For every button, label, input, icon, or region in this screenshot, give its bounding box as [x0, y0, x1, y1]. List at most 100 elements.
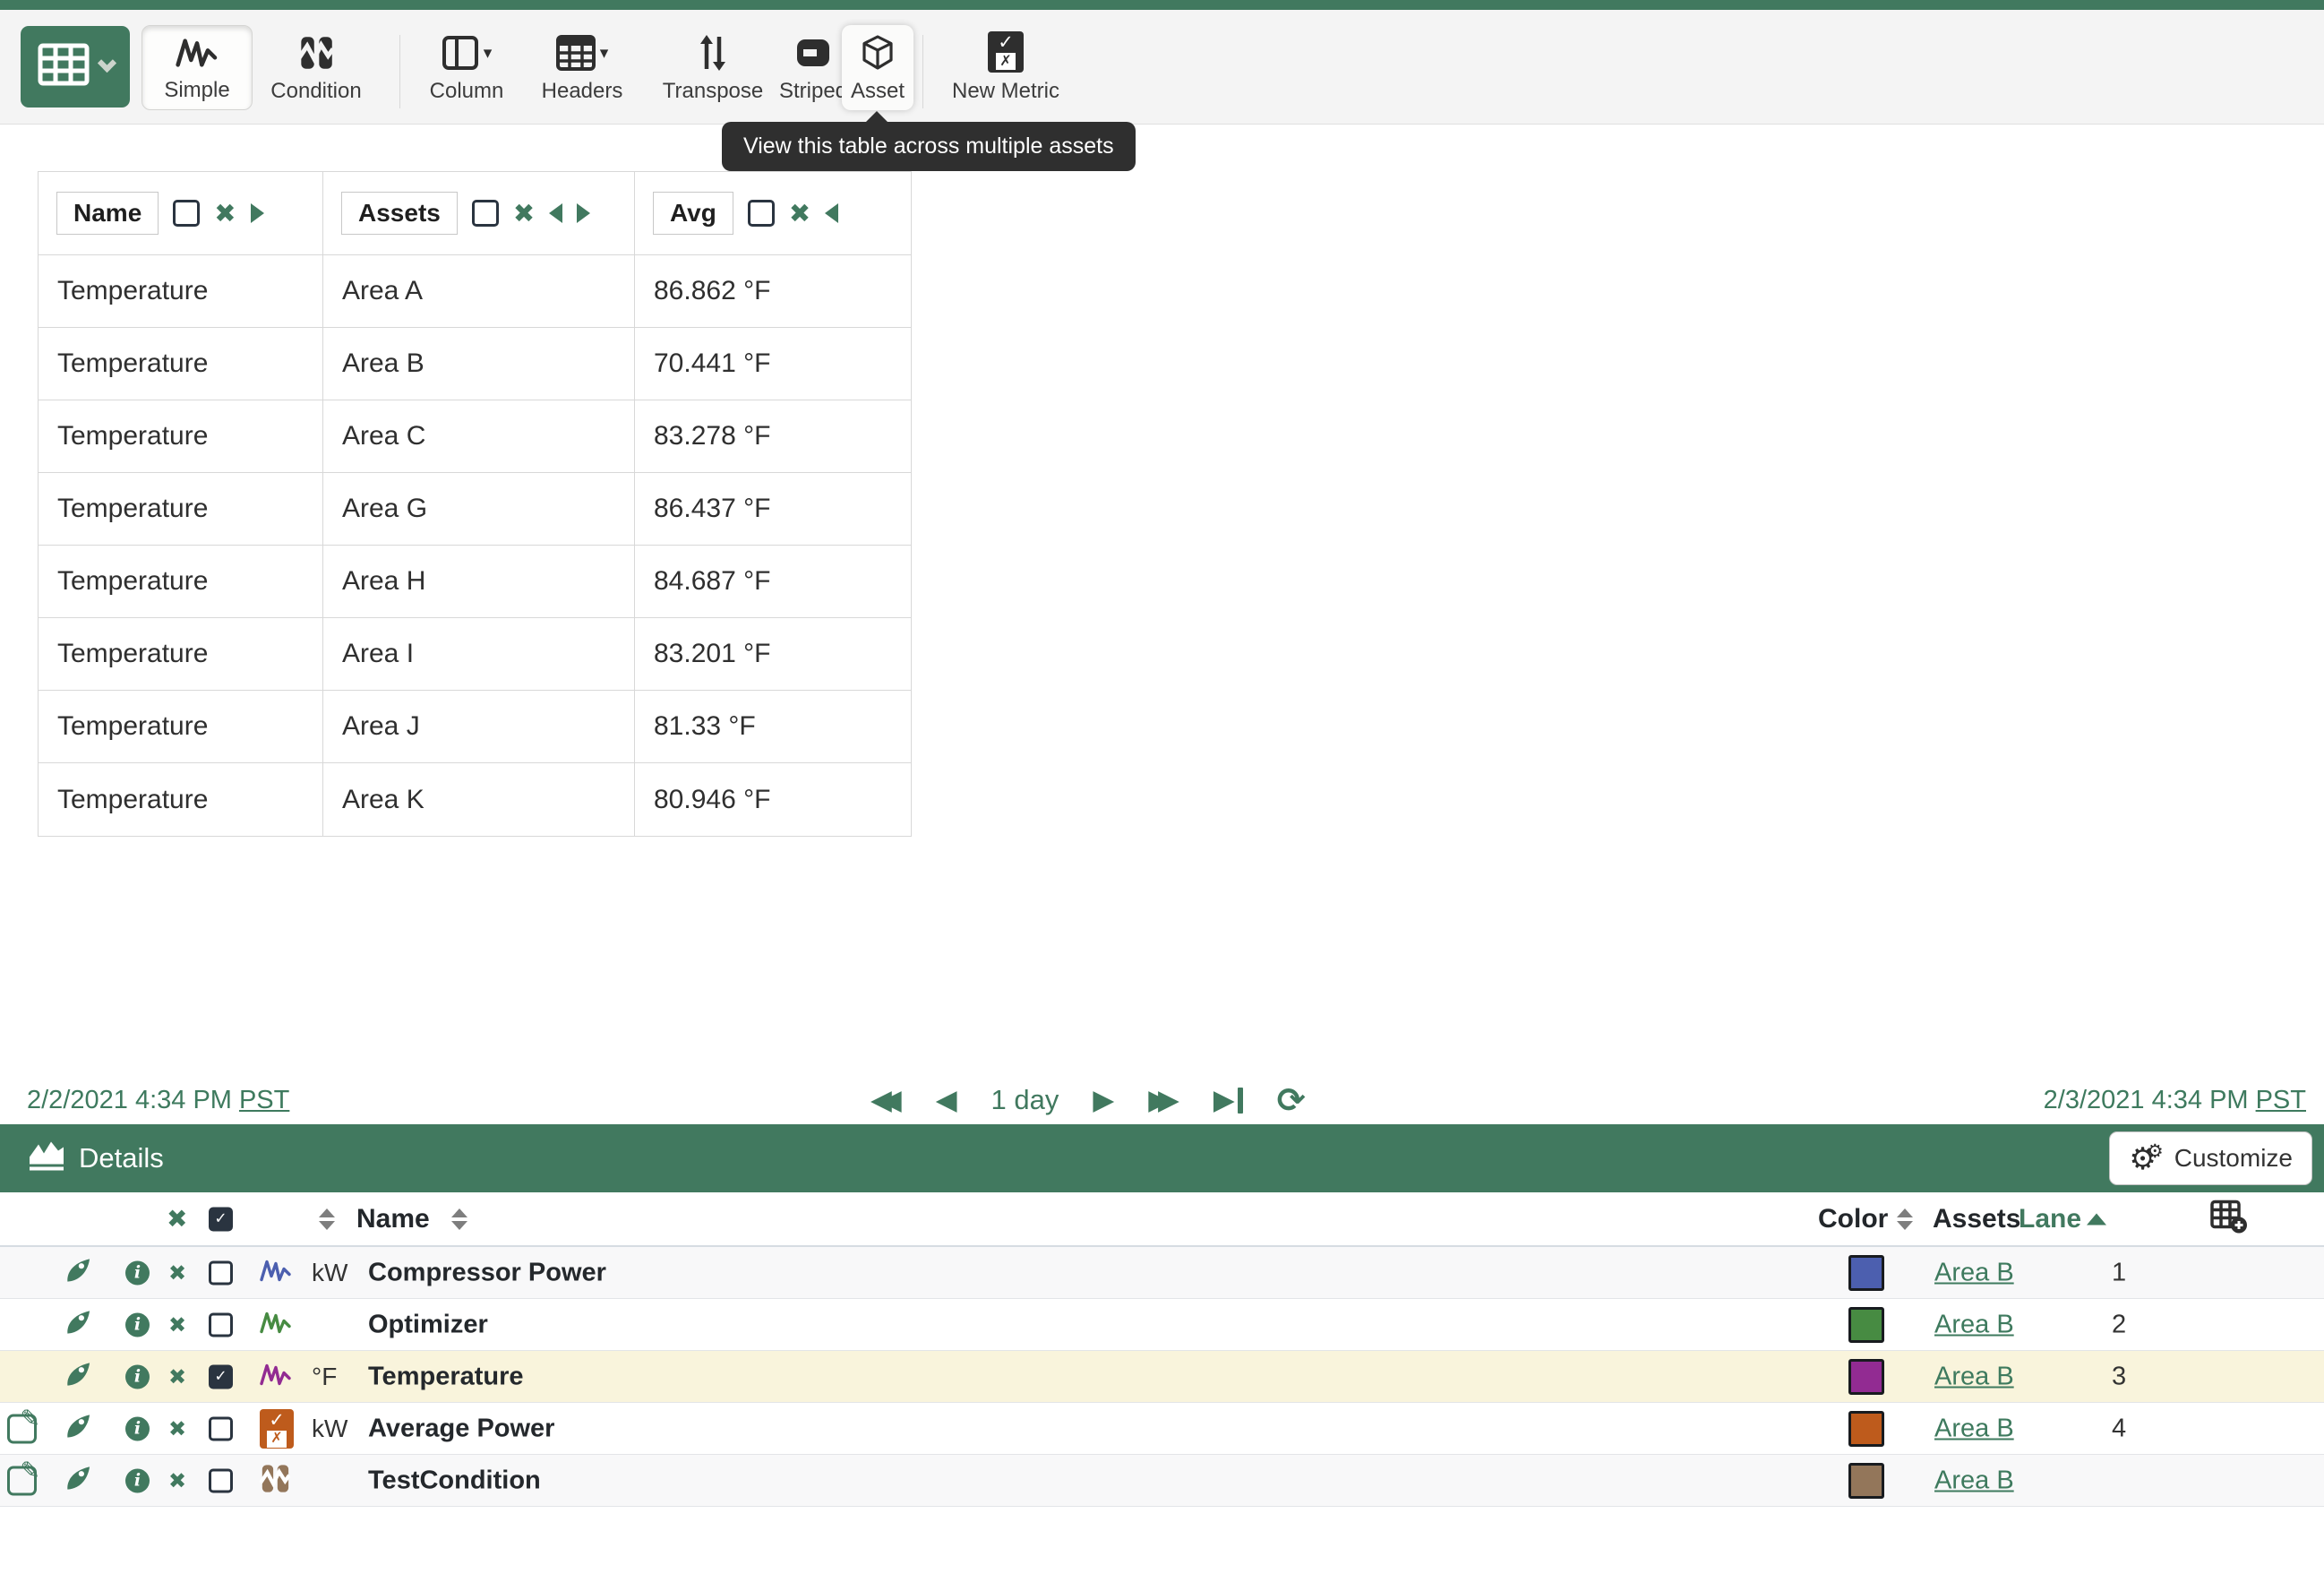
select-all-checkbox[interactable]: [209, 1207, 233, 1231]
rocket-icon[interactable]: [64, 1413, 92, 1445]
asset-link[interactable]: Area B: [1934, 1466, 2014, 1495]
toolbar-button-asset[interactable]: Asset: [842, 25, 913, 110]
move-right-icon[interactable]: [577, 203, 590, 223]
step-forward-half-icon[interactable]: ▶: [1093, 1087, 1114, 1114]
item-checkbox[interactable]: [209, 1312, 233, 1337]
cell-name: Temperature: [39, 618, 323, 691]
color-swatch[interactable]: [1848, 1463, 1884, 1499]
color-swatch[interactable]: [1848, 1359, 1884, 1395]
asset-link[interactable]: Area B: [1934, 1258, 2014, 1287]
asset-link[interactable]: Area B: [1934, 1414, 2014, 1443]
item-checkbox[interactable]: [209, 1416, 233, 1440]
cell-avg: 83.201 °F: [635, 618, 911, 691]
color-swatch[interactable]: [1848, 1411, 1884, 1447]
rocket-icon[interactable]: [64, 1465, 92, 1497]
column-header-assets[interactable]: Assets: [1933, 1204, 2020, 1234]
details-panel-header: Details ⚙⚙ Customize: [0, 1124, 2324, 1192]
end-datetime[interactable]: 2/3/2021 4:34 PM: [2044, 1086, 2249, 1114]
sort-type-icon[interactable]: [319, 1208, 335, 1230]
header-cell-avg: Avg ✖: [635, 172, 911, 255]
cell-name: Temperature: [39, 473, 323, 546]
remove-all-icon[interactable]: ✖: [167, 1207, 187, 1232]
signal-type-icon: [260, 1361, 292, 1393]
item-checkbox[interactable]: [209, 1364, 233, 1389]
asset-link[interactable]: Area B: [1934, 1310, 2014, 1339]
toolbar-button-headers[interactable]: ▾ Headers: [528, 25, 636, 110]
rocket-icon[interactable]: [64, 1361, 92, 1393]
step-back-half-icon[interactable]: ◀: [936, 1087, 957, 1114]
refresh-icon[interactable]: ⟳: [1277, 1083, 1306, 1117]
toolbar-button-new-metric[interactable]: ✓ ✗ New Metric: [939, 25, 1073, 110]
step-back-full-icon[interactable]: ◀◀: [870, 1087, 902, 1114]
table-row: Temperature Area A 86.862 °F: [39, 255, 911, 328]
rocket-icon[interactable]: [64, 1257, 92, 1289]
column-assets-button[interactable]: Assets: [341, 192, 458, 235]
column-avg-button[interactable]: Avg: [653, 192, 733, 235]
cell-assets: Area K: [323, 763, 635, 836]
move-right-icon[interactable]: [251, 203, 264, 223]
remove-item-icon[interactable]: ✖: [168, 1470, 186, 1492]
tooltip-text: View this table across multiple assets: [743, 133, 1114, 159]
column-checkbox[interactable]: [173, 200, 200, 227]
column-header-name[interactable]: Name: [356, 1204, 430, 1234]
display-range-start[interactable]: 2/2/2021 4:34 PMPST: [27, 1086, 289, 1115]
column-header-color[interactable]: Color: [1818, 1204, 1888, 1234]
remove-column-icon[interactable]: ✖: [789, 201, 810, 227]
step-forward-full-icon[interactable]: ▶▶: [1148, 1087, 1179, 1114]
remove-item-icon[interactable]: ✖: [168, 1418, 186, 1440]
table-row: Temperature Area B 70.441 °F: [39, 328, 911, 400]
start-timezone-link[interactable]: PST: [239, 1086, 289, 1114]
toolbar-button-simple[interactable]: Simple: [141, 25, 253, 110]
column-header-lane[interactable]: Lane: [2019, 1204, 2081, 1234]
toolbar-button-transpose[interactable]: Transpose: [652, 25, 774, 110]
info-icon[interactable]: i: [125, 1260, 150, 1285]
move-left-icon[interactable]: [825, 203, 838, 223]
metrics-table-header-row: Name ✖ Assets ✖ Avg ✖: [39, 172, 911, 255]
table-view-button[interactable]: [21, 26, 130, 108]
cell-name: Temperature: [39, 546, 323, 618]
edit-icon[interactable]: [7, 1466, 37, 1495]
remove-column-icon[interactable]: ✖: [214, 201, 236, 227]
condition-icon: [298, 32, 334, 73]
info-icon[interactable]: i: [125, 1416, 150, 1440]
info-icon[interactable]: i: [125, 1468, 150, 1492]
step-to-now-icon[interactable]: ▶: [1213, 1087, 1243, 1114]
sort-lane-ascending-icon[interactable]: [2087, 1213, 2106, 1225]
item-checkbox[interactable]: [209, 1260, 233, 1285]
info-icon[interactable]: i: [125, 1364, 150, 1389]
item-name: Temperature: [368, 1362, 524, 1391]
cell-assets: Area I: [323, 618, 635, 691]
end-timezone-link[interactable]: PST: [2256, 1086, 2306, 1114]
display-range-end[interactable]: 2/3/2021 4:34 PMPST: [2044, 1086, 2306, 1115]
remove-item-icon[interactable]: ✖: [168, 1366, 186, 1388]
info-icon[interactable]: i: [125, 1312, 150, 1337]
column-name-button[interactable]: Name: [56, 192, 159, 235]
remove-column-icon[interactable]: ✖: [513, 201, 535, 227]
toolbar-label: Asset: [851, 81, 905, 102]
toolbar-label: Condition: [270, 81, 361, 102]
sort-name-icon[interactable]: [451, 1208, 467, 1230]
column-checkbox[interactable]: [472, 200, 499, 227]
metrics-table: Name ✖ Assets ✖ Avg ✖ Temperature Area: [38, 171, 912, 837]
header-cell-assets: Assets ✖: [323, 172, 635, 255]
condition-type-icon: [260, 1463, 290, 1498]
remove-item-icon[interactable]: ✖: [168, 1262, 186, 1284]
customize-button[interactable]: ⚙⚙ Customize: [2109, 1131, 2312, 1185]
toolbar-button-condition[interactable]: Condition: [258, 25, 374, 110]
add-column-icon[interactable]: [2210, 1200, 2248, 1238]
asset-link[interactable]: Area B: [1934, 1362, 2014, 1391]
rocket-icon[interactable]: [64, 1309, 92, 1341]
item-checkbox[interactable]: [209, 1468, 233, 1492]
transpose-icon: [698, 32, 728, 73]
color-swatch[interactable]: [1848, 1255, 1884, 1291]
move-left-icon[interactable]: [549, 203, 562, 223]
duration-label[interactable]: 1 day: [991, 1084, 1059, 1116]
toolbar-button-column[interactable]: ▾ Column: [419, 25, 514, 110]
color-swatch[interactable]: [1848, 1307, 1884, 1343]
remove-item-icon[interactable]: ✖: [168, 1314, 186, 1336]
edit-icon[interactable]: [7, 1414, 37, 1443]
start-datetime[interactable]: 2/2/2021 4:34 PM: [27, 1086, 232, 1114]
column-checkbox[interactable]: [748, 200, 775, 227]
details-row-optimizer: i ✖ Optimizer Area B 2: [0, 1299, 2324, 1351]
sort-color-icon[interactable]: [1897, 1208, 1913, 1230]
